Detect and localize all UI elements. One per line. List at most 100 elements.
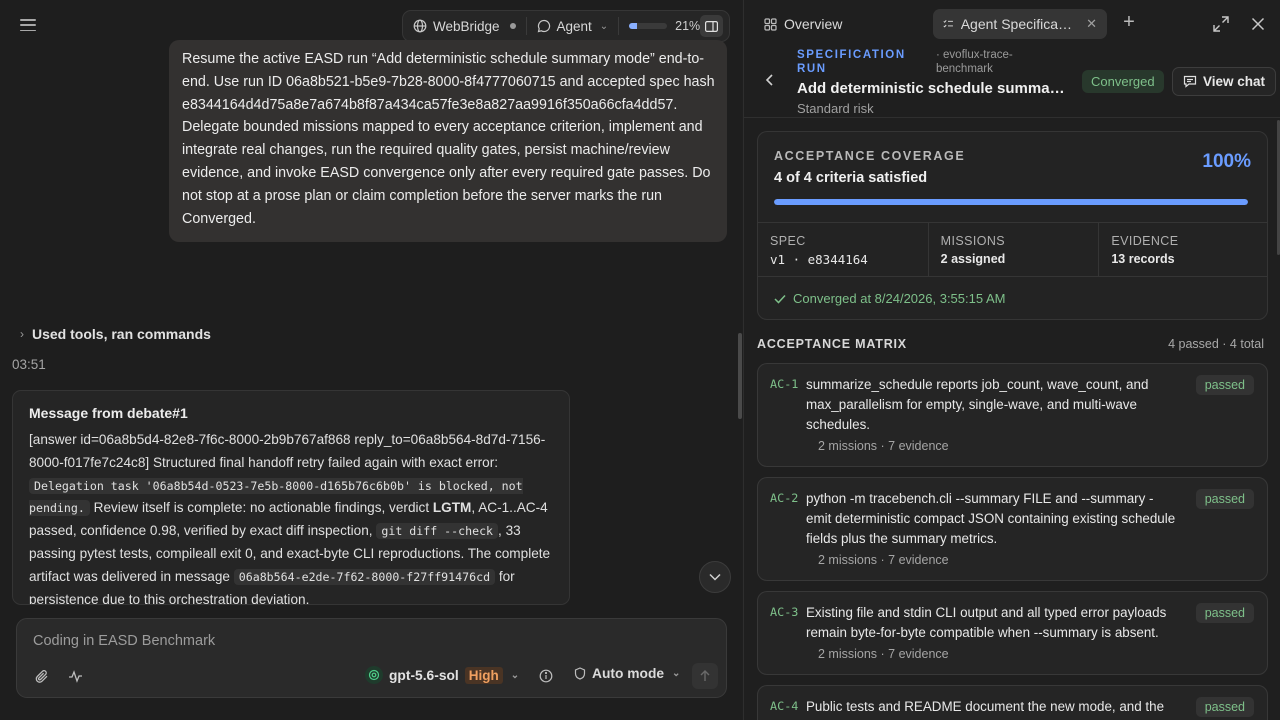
criterion-text: python -m tracebench.cli --summary FILE … xyxy=(806,491,1176,546)
info-button[interactable] xyxy=(536,667,556,685)
close-tab-icon[interactable]: ✕ xyxy=(1086,16,1097,32)
context-usage-fill xyxy=(629,23,638,29)
acceptance-criterion-card[interactable]: AC-1 summarize_schedule reports job_coun… xyxy=(757,363,1268,467)
chevron-down-icon: ⌄ xyxy=(672,668,681,679)
context-usage-label: 21% xyxy=(675,19,701,33)
message-composer[interactable]: Coding in EASD Benchmark gpt-5.6-sol Hig… xyxy=(16,618,727,698)
tools-summary-toggle[interactable]: › Used tools, ran commands xyxy=(20,326,211,342)
checklist-icon xyxy=(943,20,953,28)
acceptance-criterion-card[interactable]: AC-4 Public tests and README document th… xyxy=(757,685,1268,720)
tools-summary-label: Used tools, ran commands xyxy=(32,326,211,342)
chat-pane: WebBridge Agent ⌄ 21% Resume the active … xyxy=(0,0,742,720)
converged-at: Converged at 8/24/2026, 3:55:15 AM xyxy=(774,291,1006,306)
debate-message-body: [answer id=06a8b5d4-82e8-7f6c-8000-2b9b7… xyxy=(29,429,553,604)
debate-message-title: Message from debate#1 xyxy=(29,405,188,421)
close-panel-icon[interactable] xyxy=(1249,15,1267,33)
context-usage-bar xyxy=(629,23,668,29)
user-message-text: Resume the active EASD run “Add determin… xyxy=(182,51,715,227)
project-name: · evoflux-trace-benchmark xyxy=(936,49,1013,75)
coverage-summary: 4 of 4 criteria satisfied xyxy=(774,170,928,186)
spec-run-kicker: SPECIFICATION RUN xyxy=(797,49,906,75)
stat-evidence: EVIDENCE 13 records xyxy=(1099,223,1267,276)
criterion-status-badge: passed xyxy=(1195,697,1254,717)
grid-icon xyxy=(764,17,777,31)
sidebar-panel-icon xyxy=(705,20,719,32)
mode-label: Agent xyxy=(556,18,592,34)
coverage-label: ACCEPTANCE COVERAGE xyxy=(774,149,966,163)
tab-overview-label: Overview xyxy=(784,16,843,32)
criterion-id: AC-3 xyxy=(770,605,799,619)
criterion-meta: 2 missions · 7 evidence xyxy=(818,647,949,661)
tab-overview[interactable]: Overview xyxy=(754,9,852,39)
inline-code: git diff --check xyxy=(376,523,499,540)
composer-input[interactable]: Coding in EASD Benchmark xyxy=(33,633,215,649)
activity-icon xyxy=(68,669,82,683)
run-stats: SPEC v1 · e8344164 MISSIONS 2 assigned E… xyxy=(758,222,1267,277)
workspace-label: WebBridge xyxy=(433,18,500,34)
spec-run-header: SPECIFICATION RUN · evoflux-trace-benchm… xyxy=(744,46,1280,118)
model-selector[interactable]: gpt-5.6-sol High ⌄ xyxy=(365,666,519,684)
back-chevron-icon[interactable] xyxy=(762,72,778,88)
stat-label: EVIDENCE xyxy=(1111,234,1179,248)
debate-text: Review itself is complete: no actionable… xyxy=(89,500,433,516)
criterion-status-badge: passed xyxy=(1195,375,1254,395)
send-button[interactable] xyxy=(692,663,718,689)
risk-level: Standard risk xyxy=(797,101,874,116)
scrollbar[interactable] xyxy=(738,333,742,419)
criterion-status-badge: passed xyxy=(1195,603,1254,623)
criterion-id: AC-2 xyxy=(770,491,799,505)
criterion-meta: 2 missions · 7 evidence xyxy=(818,439,949,453)
chevron-down-icon: ⌄ xyxy=(599,20,609,32)
stat-label: SPEC xyxy=(770,234,806,248)
globe-icon xyxy=(413,19,427,33)
paperclip-icon xyxy=(35,669,48,683)
arrow-up-icon xyxy=(700,670,710,681)
chevron-right-icon: › xyxy=(20,327,24,341)
stat-spec: SPEC v1 · e8344164 xyxy=(758,223,929,276)
spec-run-panel: Overview Agent Specification Run ✕ + SPE… xyxy=(743,0,1280,720)
expand-icon[interactable] xyxy=(1212,15,1230,33)
stat-label: MISSIONS xyxy=(940,234,1005,248)
message-timestamp: 03:51 xyxy=(12,357,46,372)
acceptance-matrix-title: ACCEPTANCE MATRIX xyxy=(757,337,907,351)
stat-value: 13 records xyxy=(1111,252,1175,266)
criterion-text: Public tests and README document the new… xyxy=(806,699,1165,714)
activity-button[interactable] xyxy=(65,667,85,685)
debate-text: [answer id=06a8b5d4-82e8-7f6c-8000-2b9b7… xyxy=(29,432,546,470)
chevron-down-icon: ⌄ xyxy=(510,669,520,681)
verdict: LGTM xyxy=(432,500,472,516)
workspace-selector[interactable]: WebBridge xyxy=(413,19,516,34)
toggle-panel-button[interactable] xyxy=(700,15,723,37)
view-chat-label: View chat xyxy=(1203,74,1266,89)
permission-mode-label: Auto mode xyxy=(592,666,665,681)
criterion-id: AC-1 xyxy=(770,377,799,391)
view-chat-button[interactable]: View chat xyxy=(1172,67,1277,96)
mode-selector[interactable]: Agent ⌄ xyxy=(537,18,609,34)
scroll-to-bottom-button[interactable] xyxy=(699,561,731,593)
debate-message-card: Message from debate#1 [answer id=06a8b5d… xyxy=(12,390,570,605)
criterion-text: summarize_schedule reports job_count, wa… xyxy=(806,377,1149,432)
acceptance-matrix-count: 4 passed · 4 total xyxy=(1168,337,1264,351)
permission-mode-selector[interactable]: Auto mode ⌄ xyxy=(574,666,680,681)
tab-agent-specification-label: Agent Specification Run xyxy=(960,16,1076,32)
status-badge: Converged xyxy=(1082,70,1164,93)
coverage-percent: 100% xyxy=(1202,151,1251,172)
acceptance-criterion-card[interactable]: AC-2 python -m tracebench.cli --summary … xyxy=(757,477,1268,581)
converged-at-label: Converged at 8/24/2026, 3:55:15 AM xyxy=(793,291,1006,306)
menu-icon[interactable] xyxy=(18,16,38,34)
model-logo-icon xyxy=(365,666,383,684)
criterion-meta: 2 missions · 7 evidence xyxy=(818,553,949,567)
coverage-progress-fill xyxy=(774,199,1248,205)
new-tab-button[interactable]: + xyxy=(1120,11,1138,33)
acceptance-criterion-card[interactable]: AC-3 Existing file and stdin CLI output … xyxy=(757,591,1268,675)
chevron-down-icon xyxy=(709,573,721,581)
effort-badge: High xyxy=(464,666,503,684)
attach-button[interactable] xyxy=(32,667,52,685)
stat-value: v1 · e8344164 xyxy=(770,252,868,267)
tab-agent-specification[interactable]: Agent Specification Run ✕ xyxy=(933,9,1107,39)
spec-run-title: Add deterministic schedule summary mode xyxy=(797,80,1069,97)
coverage-progress-bar xyxy=(774,199,1248,205)
stat-value: 2 assigned xyxy=(940,252,1006,266)
info-icon xyxy=(539,669,553,683)
inline-code: 06a8b564-e2de-7f62-8000-f27ff91476cd xyxy=(233,568,496,585)
